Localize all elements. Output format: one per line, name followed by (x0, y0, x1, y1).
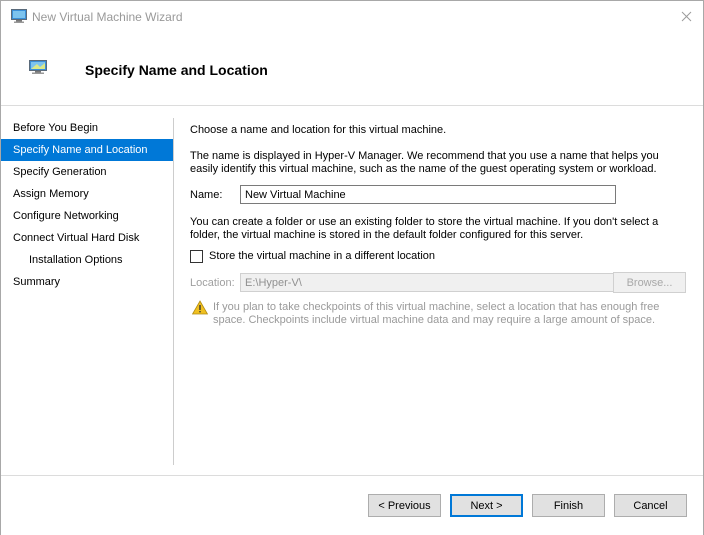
name-description: The name is displayed in Hyper-V Manager… (190, 150, 659, 175)
page-title: Specify Name and Location (85, 62, 268, 78)
folder-description: You can create a folder or use an existi… (190, 216, 659, 241)
wizard-window: New Virtual Machine Wizard Specify Name … (0, 0, 704, 535)
nav-item-summary[interactable]: Summary (1, 271, 173, 293)
name-label: Name: (190, 189, 223, 201)
close-icon[interactable] (669, 1, 703, 32)
name-input[interactable] (240, 185, 616, 204)
checkpoint-warning-text: If you plan to take checkpoints of this … (213, 301, 660, 326)
intro-text: Choose a name and location for this virt… (190, 124, 447, 136)
warning-icon (192, 300, 208, 315)
hyper-v-monitor-icon (11, 9, 27, 23)
window-title: New Virtual Machine Wizard (32, 10, 183, 24)
finish-button[interactable]: Finish (532, 494, 605, 517)
nav-divider (173, 118, 174, 465)
next-button[interactable]: Next > (450, 494, 523, 517)
nav-item-specify-generation[interactable]: Specify Generation (1, 161, 173, 183)
browse-button: Browse... (613, 272, 686, 293)
nav-item-connect-virtual-hard-disk[interactable]: Connect Virtual Hard Disk (1, 227, 173, 249)
location-input (240, 273, 616, 292)
wizard-footer: < Previous Next > Finish Cancel (1, 475, 703, 535)
store-location-checkbox-label[interactable]: Store the virtual machine in a different… (209, 250, 435, 262)
nav-item-before-you-begin[interactable]: Before You Begin (1, 117, 173, 139)
wizard-steps-nav: Before You Begin Specify Name and Locati… (1, 117, 173, 293)
previous-button[interactable]: < Previous (368, 494, 441, 517)
nav-item-configure-networking[interactable]: Configure Networking (1, 205, 173, 227)
store-location-checkbox[interactable] (190, 250, 203, 263)
nav-item-assign-memory[interactable]: Assign Memory (1, 183, 173, 205)
nav-item-installation-options[interactable]: Installation Options (1, 249, 173, 271)
cancel-button[interactable]: Cancel (614, 494, 687, 517)
virtual-machine-icon (29, 60, 47, 74)
title-bar: New Virtual Machine Wizard (1, 1, 703, 32)
wizard-header: Specify Name and Location (1, 32, 703, 106)
nav-item-specify-name-and-location[interactable]: Specify Name and Location (1, 139, 173, 161)
location-label: Location: (190, 277, 235, 289)
